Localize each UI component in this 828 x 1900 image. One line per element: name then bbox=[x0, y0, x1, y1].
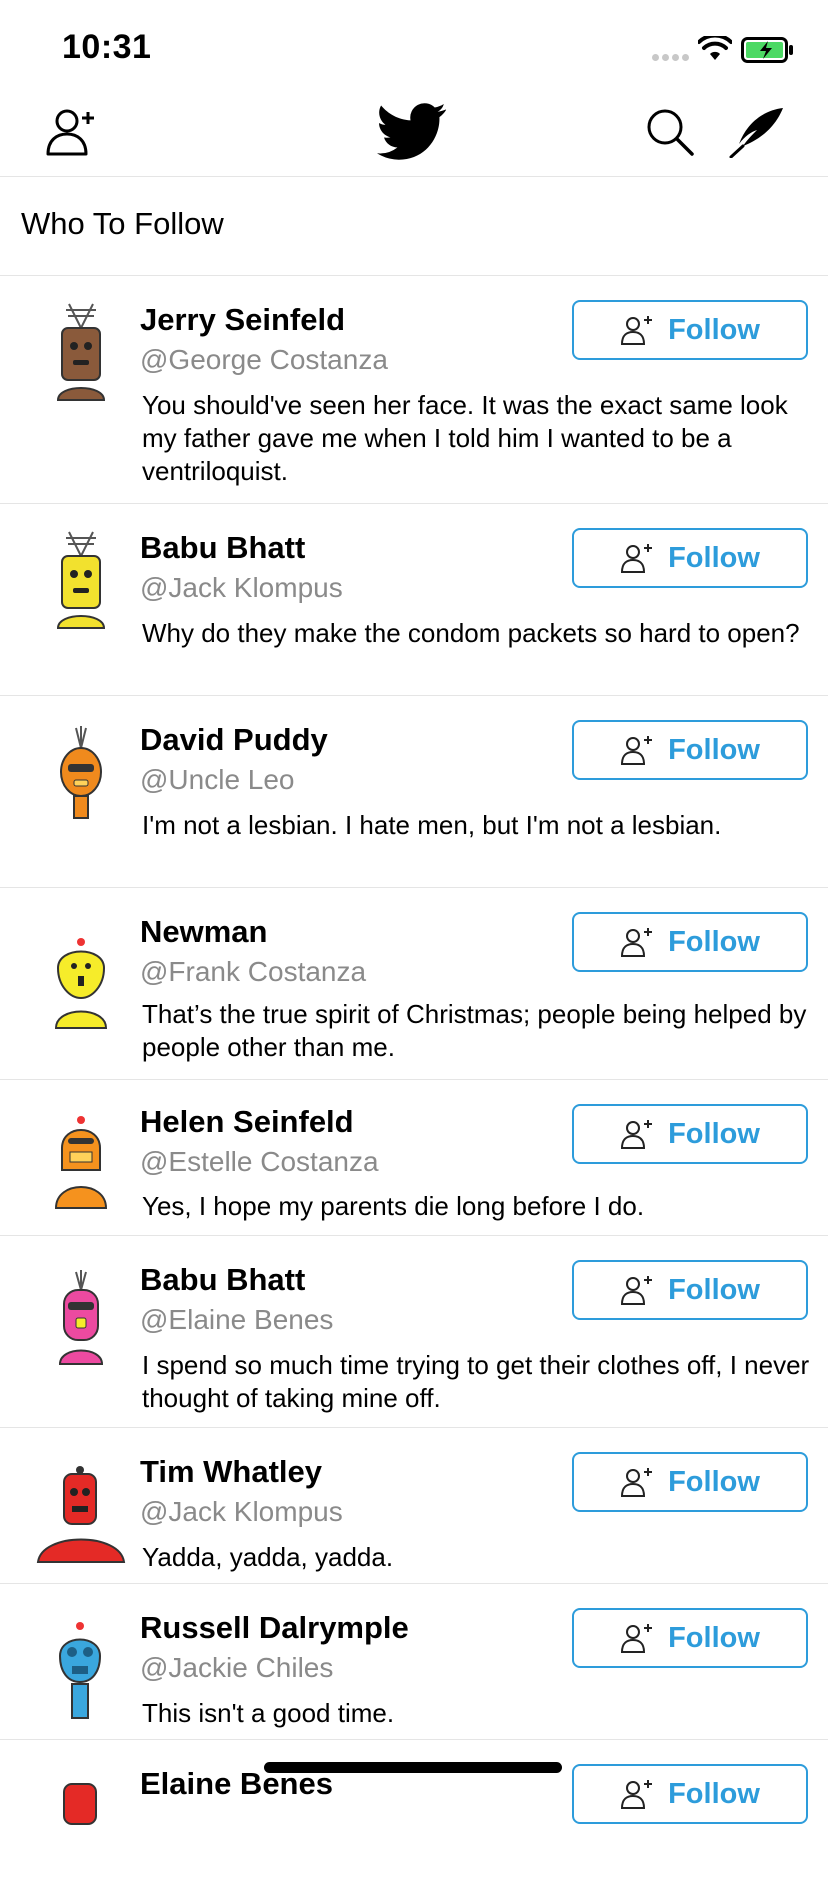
follow-label: Follow bbox=[668, 313, 760, 346]
user-name: Babu Bhatt bbox=[140, 530, 306, 565]
user-name: Babu Bhatt bbox=[140, 1262, 306, 1297]
user-handle: @George Costanza bbox=[140, 344, 388, 375]
user-name: Jerry Seinfeld bbox=[140, 302, 346, 337]
add-user-icon bbox=[46, 109, 94, 156]
robot-avatar bbox=[54, 938, 108, 1029]
navigation-bar bbox=[0, 88, 828, 177]
follow-label: Follow bbox=[668, 733, 760, 766]
who-to-follow-list: Jerry Seinfeld @George Costanza You shou… bbox=[0, 276, 828, 1900]
search-icon bbox=[647, 109, 694, 156]
home-logo[interactable] bbox=[374, 88, 450, 176]
robot-avatar bbox=[63, 1783, 97, 1825]
follow-button[interactable]: Follow bbox=[572, 1452, 808, 1512]
follow-button[interactable]: Follow bbox=[572, 1608, 808, 1668]
add-user-nav-button[interactable] bbox=[42, 88, 102, 176]
user-handle: @Jackie Chiles bbox=[140, 1652, 334, 1683]
robot-avatar bbox=[58, 1270, 104, 1365]
robot-avatar bbox=[58, 1622, 102, 1719]
robot-avatar bbox=[54, 1116, 108, 1209]
robot-avatar bbox=[60, 726, 102, 819]
list-item: Babu Bhatt @Jack Klompus Why do they mak… bbox=[0, 504, 828, 696]
twitter-bird-icon bbox=[377, 103, 447, 160]
section-title: Who To Follow bbox=[21, 206, 224, 241]
section-header: Who To Follow bbox=[0, 177, 828, 276]
compose-button[interactable] bbox=[724, 88, 790, 176]
add-user-icon bbox=[621, 1120, 653, 1149]
user-handle: @Uncle Leo bbox=[140, 764, 295, 795]
user-quote: You should've seen her face. It was the … bbox=[142, 390, 788, 486]
list-item: Tim Whatley @Jack Klompus Yadda, yadda, … bbox=[0, 1428, 828, 1584]
list-item: Newman @Frank Costanza That’s the true s… bbox=[0, 888, 828, 1080]
list-item: Russell Dalrymple @Jackie Chiles This is… bbox=[0, 1584, 828, 1740]
user-quote: I'm not a lesbian. I hate men, but I'm n… bbox=[142, 810, 722, 840]
follow-label: Follow bbox=[668, 925, 760, 958]
user-quote: That’s the true spirit of Christmas; peo… bbox=[142, 999, 807, 1062]
battery-icon bbox=[741, 37, 793, 63]
user-quote: I spend so much time trying to get their… bbox=[142, 1350, 810, 1413]
follow-label: Follow bbox=[668, 1117, 760, 1150]
follow-button[interactable]: Follow bbox=[572, 720, 808, 780]
follow-label: Follow bbox=[668, 541, 760, 574]
follow-label: Follow bbox=[668, 1465, 760, 1498]
add-user-icon bbox=[621, 544, 653, 573]
follow-button[interactable]: Follow bbox=[572, 1104, 808, 1164]
follow-button[interactable]: Follow bbox=[572, 912, 808, 972]
add-user-icon bbox=[621, 1624, 653, 1653]
list-item: David Puddy @Uncle Leo I'm not a lesbian… bbox=[0, 696, 828, 888]
home-indicator[interactable] bbox=[264, 1762, 562, 1773]
cellular-signal-icon bbox=[652, 54, 689, 61]
follow-label: Follow bbox=[668, 1777, 760, 1810]
follow-button[interactable]: Follow bbox=[572, 300, 808, 360]
add-user-icon bbox=[621, 1276, 653, 1305]
follow-label: Follow bbox=[668, 1621, 760, 1654]
user-name: Tim Whatley bbox=[140, 1454, 323, 1489]
user-name: Helen Seinfeld bbox=[140, 1104, 354, 1139]
quill-icon bbox=[729, 108, 783, 158]
status-time: 10:31 bbox=[62, 28, 152, 66]
robot-avatar bbox=[36, 1466, 126, 1563]
add-user-icon bbox=[621, 1780, 653, 1809]
robot-avatar bbox=[56, 303, 106, 401]
user-handle: @Estelle Costanza bbox=[140, 1146, 379, 1177]
user-quote: Yadda, yadda, yadda. bbox=[142, 1542, 394, 1572]
user-name: David Puddy bbox=[140, 722, 328, 757]
search-button[interactable] bbox=[640, 88, 700, 176]
wifi-icon bbox=[698, 36, 732, 60]
follow-button[interactable]: Follow bbox=[572, 528, 808, 588]
follow-button[interactable]: Follow bbox=[572, 1260, 808, 1320]
list-item: Babu Bhatt @Elaine Benes I spend so much… bbox=[0, 1236, 828, 1428]
add-user-icon bbox=[621, 316, 653, 345]
follow-button[interactable]: Follow bbox=[572, 1764, 808, 1824]
list-item: Helen Seinfeld @Estelle Costanza Yes, I … bbox=[0, 1080, 828, 1236]
status-bar: 10:31 bbox=[0, 0, 828, 88]
user-name: Russell Dalrymple bbox=[140, 1610, 409, 1645]
user-quote: Yes, I hope my parents die long before I… bbox=[142, 1191, 645, 1221]
robot-avatar bbox=[56, 531, 106, 629]
user-handle: @Frank Costanza bbox=[140, 956, 367, 987]
add-user-icon bbox=[621, 736, 653, 765]
user-handle: @Jack Klompus bbox=[140, 1496, 343, 1527]
add-user-icon bbox=[621, 928, 653, 957]
add-user-icon bbox=[621, 1468, 653, 1497]
user-quote: Why do they make the condom packets so h… bbox=[142, 618, 800, 648]
follow-label: Follow bbox=[668, 1273, 760, 1306]
user-quote: This isn't a good time. bbox=[142, 1698, 395, 1728]
user-name: Newman bbox=[140, 914, 268, 949]
user-handle: @Jack Klompus bbox=[140, 572, 343, 603]
user-handle: @Elaine Benes bbox=[140, 1304, 334, 1335]
list-item: Jerry Seinfeld @George Costanza You shou… bbox=[0, 276, 828, 504]
